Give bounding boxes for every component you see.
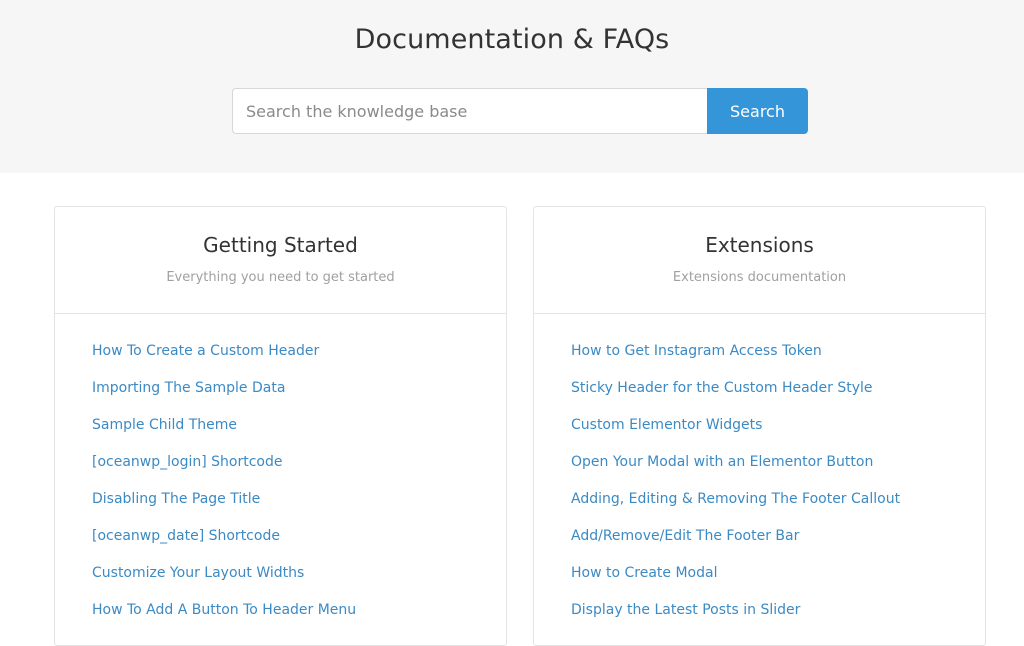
card-header: Extensions Extensions documentation <box>534 207 985 314</box>
list-item: Sticky Header for the Custom Header Styl… <box>571 378 985 415</box>
page-title: Documentation & FAQs <box>354 24 670 55</box>
article-link[interactable]: [oceanwp_date] Shortcode <box>92 528 280 544</box>
card-subtitle: Everything you need to get started <box>166 270 395 285</box>
list-item: Display the Latest Posts in Slider <box>571 600 985 637</box>
list-item: How to Get Instagram Access Token <box>571 341 985 378</box>
article-link[interactable]: Sample Child Theme <box>92 417 237 433</box>
article-list: How to Get Instagram Access Token Sticky… <box>534 314 985 637</box>
article-link[interactable]: Customize Your Layout Widths <box>92 565 304 581</box>
list-item: Add/Remove/Edit The Footer Bar <box>571 526 985 563</box>
card-header: Getting Started Everything you need to g… <box>55 207 506 314</box>
list-item: Disabling The Page Title <box>92 489 506 526</box>
article-link[interactable]: Importing The Sample Data <box>92 380 285 396</box>
list-item: [oceanwp_login] Shortcode <box>92 452 506 489</box>
card-title: Extensions <box>705 233 814 257</box>
list-item: Importing The Sample Data <box>92 378 506 415</box>
article-link[interactable]: Add/Remove/Edit The Footer Bar <box>571 528 799 544</box>
card-title: Getting Started <box>203 233 358 257</box>
article-link[interactable]: Custom Elementor Widgets <box>571 417 762 433</box>
article-link[interactable]: How to Create Modal <box>571 565 717 581</box>
card-subtitle: Extensions documentation <box>672 270 847 285</box>
list-item: Customize Your Layout Widths <box>92 563 506 600</box>
search-input[interactable] <box>232 88 708 134</box>
list-item: Custom Elementor Widgets <box>571 415 985 452</box>
article-link[interactable]: Open Your Modal with an Elementor Button <box>571 454 873 470</box>
article-list: How To Create a Custom Header Importing … <box>55 314 506 637</box>
list-item: [oceanwp_date] Shortcode <box>92 526 506 563</box>
article-link[interactable]: Disabling The Page Title <box>92 491 260 507</box>
article-link[interactable]: How to Get Instagram Access Token <box>571 343 822 359</box>
article-link[interactable]: Sticky Header for the Custom Header Styl… <box>571 380 873 396</box>
article-link[interactable]: How To Add A Button To Header Menu <box>92 602 356 618</box>
search-button[interactable]: Search <box>707 88 808 134</box>
getting-started-card: Getting Started Everything you need to g… <box>54 206 507 646</box>
article-link[interactable]: Adding, Editing & Removing The Footer Ca… <box>571 491 900 507</box>
article-link[interactable]: [oceanwp_login] Shortcode <box>92 454 282 470</box>
list-item: How To Add A Button To Header Menu <box>92 600 506 637</box>
hero-section: Documentation & FAQs Search <box>0 0 1024 173</box>
list-item: Sample Child Theme <box>92 415 506 452</box>
list-item: How to Create Modal <box>571 563 985 600</box>
article-link[interactable]: Display the Latest Posts in Slider <box>571 602 800 618</box>
extensions-card: Extensions Extensions documentation How … <box>533 206 986 646</box>
article-link[interactable]: How To Create a Custom Header <box>92 343 319 359</box>
list-item: Adding, Editing & Removing The Footer Ca… <box>571 489 985 526</box>
list-item: How To Create a Custom Header <box>92 341 506 378</box>
list-item: Open Your Modal with an Elementor Button <box>571 452 985 489</box>
